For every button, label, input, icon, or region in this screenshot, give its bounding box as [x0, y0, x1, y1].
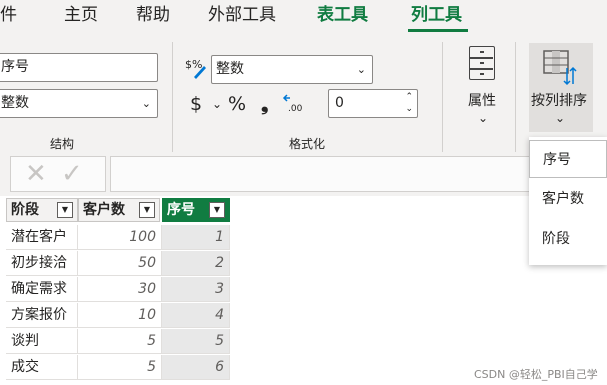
svg-text:.00: .00	[288, 104, 303, 114]
cell-index[interactable]: 5	[162, 329, 230, 354]
spin-up-icon[interactable]: ⌃	[405, 93, 413, 102]
cell-index[interactable]: 4	[162, 303, 230, 328]
column-header-label: 客户数	[83, 202, 125, 218]
filter-dropdown-icon[interactable]: ▼	[209, 202, 225, 218]
cell-customers[interactable]: 5	[78, 329, 162, 354]
percent-button[interactable]: %	[228, 93, 246, 115]
spin-down-icon[interactable]: ⌄	[405, 105, 413, 114]
menu-item-customers[interactable]: 客户数	[529, 180, 607, 218]
tab-home[interactable]: 主页	[64, 4, 98, 26]
group-divider	[515, 42, 516, 152]
data-type-select[interactable]: 整数 ⌄	[0, 89, 158, 118]
column-header-customers[interactable]: 客户数 ▼	[78, 198, 160, 222]
cell-customers[interactable]: 5	[78, 355, 162, 380]
cell-customers[interactable]: 30	[78, 277, 162, 302]
cell-stage[interactable]: 确定需求	[6, 277, 78, 302]
cell-stage[interactable]: 方案报价	[6, 303, 78, 328]
currency-button[interactable]: $	[190, 93, 202, 115]
ribbon-tabs: 件 主页 帮助 外部工具 表工具 列工具	[0, 0, 607, 34]
cancel-icon[interactable]: ✕	[25, 157, 47, 191]
tab-file[interactable]: 件	[0, 4, 17, 26]
cell-index[interactable]: 3	[162, 277, 230, 302]
cell-index[interactable]: 1	[162, 225, 230, 250]
tab-external-tools[interactable]: 外部工具	[208, 4, 276, 26]
active-tab-indicator	[408, 29, 468, 32]
cell-index[interactable]: 6	[162, 355, 230, 380]
chevron-down-icon[interactable]: ⌄	[212, 97, 222, 111]
watermark: CSDN @轻松_PBI自己学	[474, 368, 598, 381]
cell-customers[interactable]: 10	[78, 303, 162, 328]
formatting-group-label: 格式化	[289, 137, 326, 151]
cell-stage[interactable]: 成交	[6, 355, 78, 380]
decimal-places-value: 0	[335, 95, 344, 111]
column-header-index[interactable]: 序号 ▼	[162, 198, 230, 222]
filter-dropdown-icon[interactable]: ▼	[139, 202, 155, 218]
formula-input[interactable]	[110, 156, 530, 192]
format-paint-icon: $%	[185, 57, 207, 79]
sort-by-column-label: 按列排序	[531, 93, 587, 109]
column-name-input[interactable]: 序号	[0, 53, 158, 82]
cell-stage[interactable]: 潜在客户	[6, 225, 78, 250]
menu-item-index[interactable]: 序号	[529, 140, 607, 178]
cell-stage[interactable]: 初步接洽	[6, 251, 78, 276]
column-header-stage[interactable]: 阶段 ▼	[6, 198, 78, 222]
chevron-down-icon[interactable]: ⌄	[555, 111, 565, 125]
group-divider	[442, 42, 443, 152]
decimal-places-input[interactable]: 0 ⌃ ⌄	[328, 89, 418, 118]
column-header-label: 序号	[167, 202, 195, 218]
tab-table-tools[interactable]: 表工具	[317, 4, 368, 26]
column-header-label: 阶段	[11, 202, 39, 218]
properties-button[interactable]: 属性	[468, 90, 496, 110]
structure-group-label: 结构	[50, 137, 75, 151]
chevron-down-icon[interactable]: ⌄	[478, 111, 488, 125]
chevron-down-icon: ⌄	[356, 63, 366, 76]
format-select[interactable]: 整数 ⌄	[211, 55, 373, 84]
commit-icon[interactable]: ✓	[61, 157, 83, 191]
tab-help[interactable]: 帮助	[136, 4, 170, 26]
menu-item-stage[interactable]: 阶段	[529, 220, 607, 258]
properties-icon[interactable]	[469, 46, 495, 80]
sort-by-column-icon	[543, 50, 579, 86]
chevron-down-icon: ⌄	[141, 97, 151, 110]
decimal-decrease-icon[interactable]: .00	[282, 93, 304, 115]
sort-by-column-menu: 序号 客户数 阶段	[529, 137, 607, 265]
svg-text:$%: $%	[185, 58, 202, 71]
column-name-value: 序号	[1, 59, 29, 75]
tab-column-tools[interactable]: 列工具	[411, 4, 462, 26]
filter-dropdown-icon[interactable]: ▼	[57, 202, 73, 218]
comma-button[interactable]: ❟	[261, 93, 268, 115]
group-divider	[172, 42, 173, 152]
cell-stage[interactable]: 谈判	[6, 329, 78, 354]
cell-customers[interactable]: 50	[78, 251, 162, 276]
data-type-value: 整数	[1, 95, 29, 111]
cell-index[interactable]: 2	[162, 251, 230, 276]
format-value: 整数	[216, 61, 244, 77]
cell-customers[interactable]: 100	[78, 225, 162, 250]
